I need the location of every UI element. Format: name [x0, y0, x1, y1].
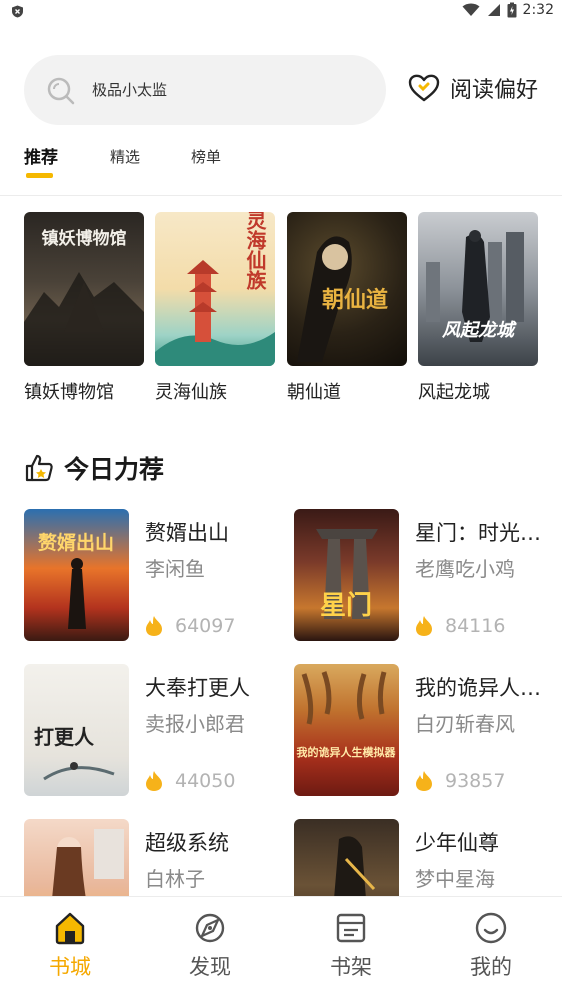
book-author: 李闲鱼 [145, 557, 205, 581]
svg-text:镇妖博物馆: 镇妖博物馆 [42, 228, 127, 249]
svg-text:风起龙城: 风起龙城 [442, 320, 517, 341]
tab-ranking[interactable]: 榜单 [191, 146, 221, 167]
book-cover: 赘婿出山 [24, 509, 129, 641]
heat-value: 44050 [175, 770, 236, 792]
search-icon [46, 76, 76, 106]
book-cover: 朝仙道 [287, 212, 407, 366]
heat-value: 93857 [445, 770, 506, 792]
shield-icon [11, 5, 24, 18]
recommended-book-2[interactable]: 灵海仙族 灵海仙族 [155, 212, 275, 404]
status-time: 2:32 [522, 2, 554, 18]
tab-selected[interactable]: 精选 [110, 146, 140, 167]
nav-label: 发现 [189, 955, 231, 979]
recommended-book-4[interactable]: 风起龙城 风起龙城 [418, 212, 538, 404]
book-heat: 64097 [145, 615, 235, 637]
svg-text:打更人: 打更人 [34, 725, 95, 749]
nav-label: 书架 [330, 955, 372, 979]
flame-icon [415, 615, 433, 637]
tab-indicator [26, 173, 53, 178]
section-title: 今日力荐 [64, 455, 165, 484]
heat-value: 64097 [175, 615, 236, 637]
reading-preference-button[interactable]: 阅读偏好 [408, 72, 538, 104]
search-bar[interactable]: 极品小太监 [24, 55, 386, 125]
svg-text:我的诡异人生模拟器: 我的诡异人生模拟器 [297, 745, 397, 759]
book-cover: 风起龙城 [418, 212, 538, 366]
recommended-book-title: 镇妖博物馆 [24, 382, 114, 403]
heat-value: 84116 [445, 615, 506, 637]
nav-label: 书城 [49, 955, 91, 979]
profile-icon [474, 911, 508, 945]
book-name: 赘婿出山 [145, 521, 229, 545]
heart-icon [408, 74, 440, 102]
book-author: 白林子 [145, 867, 205, 891]
flame-icon [415, 770, 433, 792]
home-icon [53, 911, 87, 945]
recommended-book-title: 朝仙道 [287, 382, 341, 403]
tab-recommend[interactable]: 推荐 [24, 143, 58, 168]
book-cover: 灵海仙族 [155, 212, 275, 366]
battery-icon [507, 2, 517, 18]
book-name: 我的诡异人… [415, 676, 541, 700]
status-bar: 2:32 [0, 0, 562, 24]
book-item[interactable]: 星门 星门：时光… 老鹰吃小鸡 84116 [294, 509, 544, 641]
book-cover: 打更人 [24, 664, 129, 796]
nav-discover[interactable]: 发现 [170, 911, 250, 981]
book-author: 卖报小郎君 [145, 712, 245, 736]
nav-bookstore[interactable]: 书城 [30, 911, 110, 981]
svg-text:灵海仙族: 灵海仙族 [243, 212, 267, 291]
book-cover: 镇妖博物馆 [24, 212, 144, 366]
book-name: 超级系统 [145, 831, 229, 855]
book-item[interactable]: 我的诡异人生模拟器 我的诡异人… 白刃斩春风 93857 [294, 664, 544, 796]
recommended-book-title: 风起龙城 [418, 382, 490, 403]
book-author: 梦中星海 [415, 867, 495, 891]
recommended-book-1[interactable]: 镇妖博物馆 镇妖博物馆 [24, 212, 144, 404]
recommended-book-3[interactable]: 朝仙道 朝仙道 [287, 212, 407, 404]
book-item[interactable]: 赘婿出山 赘婿出山 李闲鱼 64097 [24, 509, 274, 641]
bottom-nav: 书城 发现 书架 我的 [0, 896, 562, 1000]
book-heat: 93857 [415, 770, 505, 792]
thumbs-up-icon [24, 453, 54, 483]
book-name: 大奉打更人 [145, 676, 250, 700]
book-cover: 我的诡异人生模拟器 [294, 664, 399, 796]
flame-icon [145, 615, 163, 637]
book-heat: 84116 [415, 615, 505, 637]
nav-bookshelf[interactable]: 书架 [311, 911, 391, 981]
tabs-divider [0, 195, 562, 196]
book-name: 星门：时光… [415, 521, 541, 545]
book-name: 少年仙尊 [415, 831, 499, 855]
signal-icon [486, 3, 501, 17]
flame-icon [145, 770, 163, 792]
book-author: 老鹰吃小鸡 [415, 557, 515, 581]
book-heat: 44050 [145, 770, 235, 792]
search-placeholder: 极品小太监 [92, 81, 168, 99]
svg-text:朝仙道: 朝仙道 [322, 287, 388, 313]
bookshelf-icon [334, 911, 368, 945]
nav-label: 我的 [470, 955, 512, 979]
svg-text:星门: 星门 [320, 591, 372, 621]
discover-icon [193, 911, 227, 945]
svg-text:赘婿出山: 赘婿出山 [37, 531, 114, 554]
book-item[interactable]: 打更人 大奉打更人 卖报小郎君 44050 [24, 664, 274, 796]
reading-preference-label: 阅读偏好 [450, 78, 539, 103]
book-author: 白刃斩春风 [415, 712, 515, 736]
section-header-today: 今日力荐 [24, 450, 164, 486]
wifi-icon [462, 3, 480, 17]
nav-profile[interactable]: 我的 [451, 911, 531, 981]
book-cover: 星门 [294, 509, 399, 641]
recommended-book-title: 灵海仙族 [155, 382, 227, 403]
